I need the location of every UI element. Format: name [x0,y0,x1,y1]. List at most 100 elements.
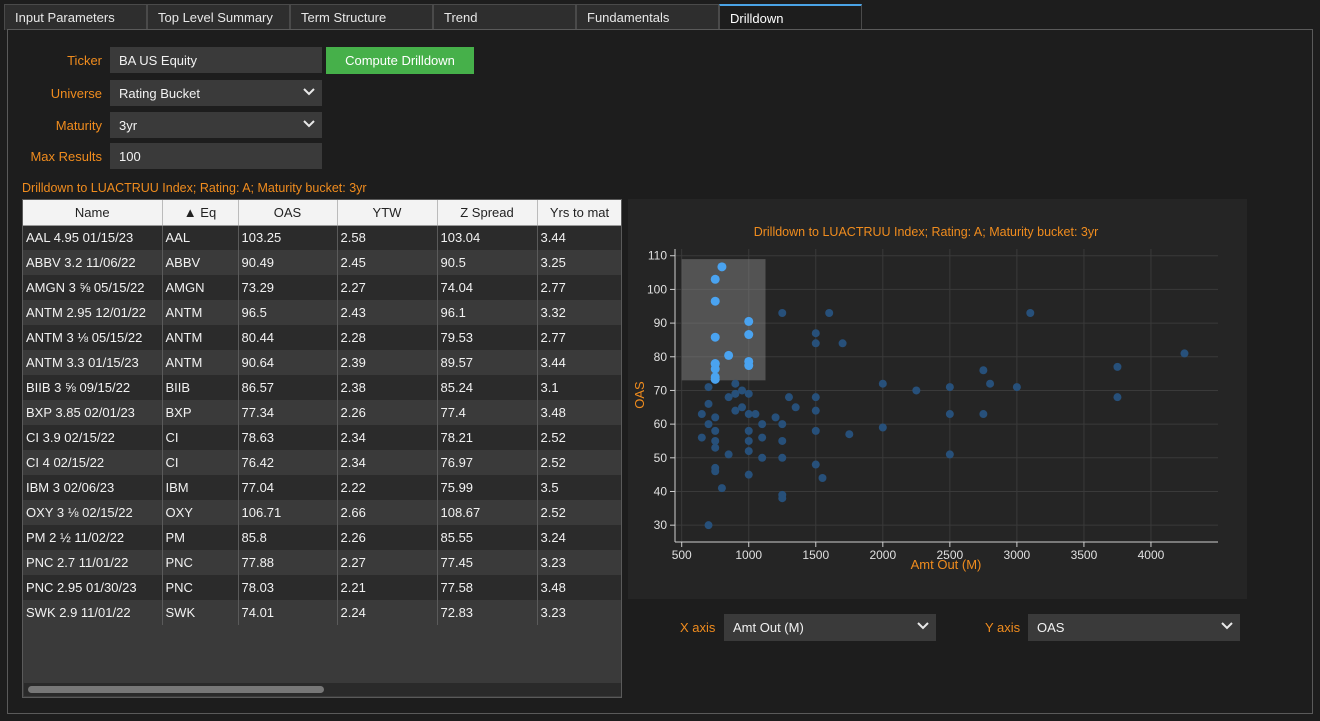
cell-yrs-to-mat: 3.44 [537,225,621,250]
table-row[interactable]: ANTM 3.3 01/15/23 ANTM 90.64 2.39 89.57 3.44 [23,350,621,375]
cell-eq: BIIB [162,375,239,400]
cell-yrs-to-mat: 3.24 [537,525,621,550]
table-row[interactable]: IBM 3 02/06/23 IBM 77.04 2.22 75.99 3.5 [23,475,621,500]
table-row[interactable]: ANTM 3 ⅛ 05/15/22 ANTM 80.44 2.28 79.53 2.77 [23,325,621,350]
scatter-point [744,426,753,435]
tab-term-structure[interactable]: Term Structure [290,4,433,30]
tab-input-parameters[interactable]: Input Parameters [4,4,147,30]
scatter-point [711,413,720,422]
cell-oas: 77.04 [238,475,338,500]
cell-z-spread: 75.99 [437,475,538,500]
cell-oas: 90.49 [238,250,338,275]
table-row[interactable]: BIIB 3 ⅝ 09/15/22 BIIB 86.57 2.38 85.24 3.1 [23,375,621,400]
maturity-select[interactable]: 3yr [110,112,322,138]
column-header-z-spread[interactable]: Z Spread [437,200,538,226]
cell-yrs-to-mat: 2.52 [537,500,621,525]
scatter-point [697,410,706,419]
horizontal-scrollbar[interactable] [24,683,621,696]
maturity-label: Maturity [55,118,102,133]
scatter-point [778,420,787,429]
scatter-point [744,436,753,445]
x-axis-select-value: Amt Out (M) [733,620,804,635]
scatter-point [704,399,713,408]
y-tick-label: 70 [654,383,668,397]
x-tick-label: 4000 [1138,548,1165,562]
cell-z-spread: 85.55 [437,525,538,550]
cell-oas: 80.44 [238,325,338,350]
scatter-point [878,379,887,388]
y-axis-label: Y axis [985,620,1021,635]
scatter-point [704,383,713,392]
scatter-point [771,413,780,422]
cell-yrs-to-mat: 3.48 [537,575,621,600]
table-row[interactable]: AMGN 3 ⅝ 05/15/22 AMGN 73.29 2.27 74.04 2.77 [23,275,621,300]
x-tick-label: 1000 [735,548,762,562]
cell-z-spread: 76.97 [437,450,538,475]
compute-drilldown-button[interactable]: Compute Drilldown [326,47,474,74]
column-header-yrs-to-mat[interactable]: Yrs to mat [537,200,621,226]
scatter-point [711,426,720,435]
cell-eq: BXP [162,400,239,425]
table-row[interactable]: CI 3.9 02/15/22 CI 78.63 2.34 78.21 2.52 [23,425,621,450]
scatter-point [711,443,720,452]
cell-z-spread: 77.45 [437,550,538,575]
table-row[interactable]: BXP 3.85 02/01/23 BXP 77.34 2.26 77.4 3.48 [23,400,621,425]
column-header-eq[interactable]: ▲ Eq [162,200,239,226]
cell-yrs-to-mat: 3.32 [537,300,621,325]
cell-eq: AMGN [162,275,239,300]
scatter-point-selected [744,330,754,340]
tab-drilldown[interactable]: Drilldown [719,4,862,31]
max-results-input[interactable]: 100 [110,143,322,169]
scatter-point [758,420,767,429]
scatter-point [979,410,988,419]
table-row[interactable]: CI 4 02/15/22 CI 76.42 2.34 76.97 2.52 [23,450,621,475]
cell-ytw: 2.45 [337,250,438,275]
ticker-input[interactable]: BA US Equity [110,47,322,73]
table-row[interactable]: ABBV 3.2 11/06/22 ABBV 90.49 2.45 90.5 3.25 [23,250,621,275]
scatter-point [784,393,793,402]
scatter-point [744,389,753,398]
cell-eq: PM [162,525,239,550]
scatter-point-selected [717,262,727,272]
table-row[interactable]: ANTM 2.95 12/01/22 ANTM 96.5 2.43 96.1 3.32 [23,300,621,325]
cell-name: SWK 2.9 11/01/22 [23,600,163,625]
cell-yrs-to-mat: 2.52 [537,450,621,475]
scatter-point [811,406,820,415]
table-row[interactable]: SWK 2.9 11/01/22 SWK 74.01 2.24 72.83 3.23 [23,600,621,625]
scatter-point [811,460,820,469]
cell-eq: AAL [162,225,239,250]
scrollbar-thumb[interactable] [28,686,324,693]
cell-oas: 74.01 [238,600,338,625]
column-header-name[interactable]: Name [23,200,163,226]
cell-eq: SWK [162,600,239,625]
cell-oas: 96.5 [238,300,338,325]
scatter-point [1012,383,1021,392]
cell-ytw: 2.27 [337,275,438,300]
tab-fundamentals[interactable]: Fundamentals [576,4,719,30]
table-row[interactable]: PM 2 ½ 11/02/22 PM 85.8 2.26 85.55 3.24 [23,525,621,550]
scatter-point-selected [710,359,720,369]
scatter-point-selected [744,316,754,326]
column-header-oas[interactable]: OAS [238,200,338,226]
table-row[interactable]: PNC 2.95 01/30/23 PNC 78.03 2.21 77.58 3.48 [23,575,621,600]
y-tick-label: 60 [654,417,668,431]
table-row[interactable]: PNC 2.7 11/01/22 PNC 77.88 2.27 77.45 3.23 [23,550,621,575]
cell-name: ABBV 3.2 11/06/22 [23,250,163,275]
x-axis-select[interactable]: Amt Out (M) [724,614,936,641]
universe-select[interactable]: Rating Bucket [110,80,322,106]
tab-top-level-summary[interactable]: Top Level Summary [147,4,290,30]
scatter-point [697,433,706,442]
chevron-down-icon [303,120,315,128]
cell-eq: ABBV [162,250,239,275]
scatter-point-selected [710,296,720,306]
cell-name: BIIB 3 ⅝ 09/15/22 [23,375,163,400]
scatter-point-selected [710,332,720,342]
cell-ytw: 2.26 [337,525,438,550]
tab-trend[interactable]: Trend [433,4,576,30]
column-header-ytw[interactable]: YTW [337,200,438,226]
y-axis-select[interactable]: OAS [1028,614,1240,641]
table-row[interactable]: OXY 3 ⅛ 02/15/22 OXY 106.71 2.66 108.67 2.52 [23,500,621,525]
scatter-point [1180,349,1189,358]
table-row[interactable]: AAL 4.95 01/15/23 AAL 103.25 2.58 103.04 3.44 [23,225,621,250]
scatter-point [811,339,820,348]
